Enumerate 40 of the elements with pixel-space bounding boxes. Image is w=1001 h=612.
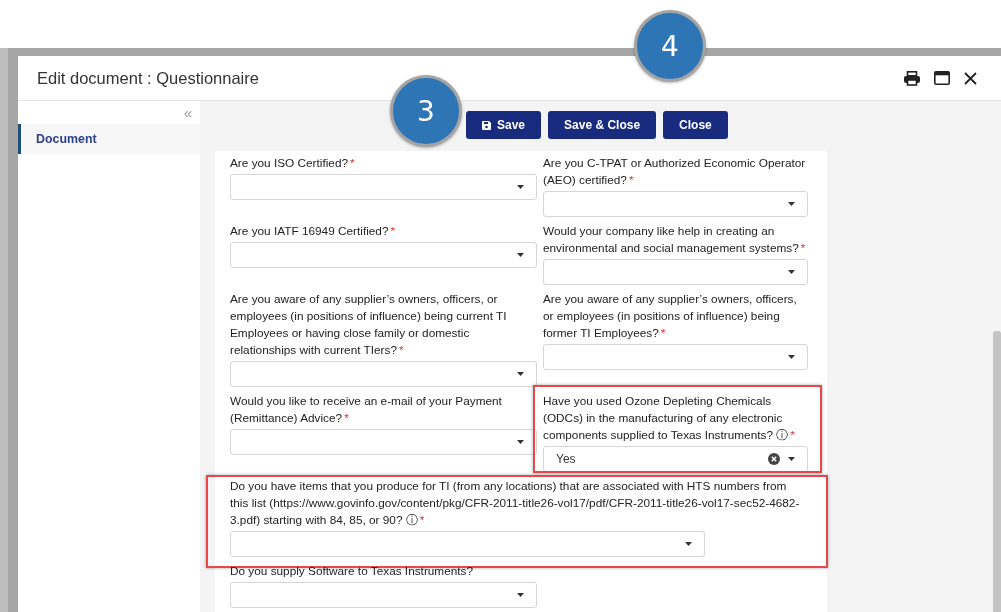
save-button[interactable]: Save [466,111,542,139]
dropdown-field[interactable] [543,344,808,370]
toolbar-button[interactable]: Save & Close [548,111,657,139]
close-icon[interactable] [964,71,977,85]
field-label: Are you aware of any supplier’s owners, officers, or employees (in positions of influence) being former TI Employees? * [543,291,798,342]
window-title: Edit document : Questionnaire [37,68,260,88]
caret-icon [517,593,524,597]
caret-icon [788,457,795,461]
dropdown-field[interactable] [230,429,537,455]
caret-icon [788,270,795,274]
maximize-icon[interactable] [934,71,950,85]
caret-icon [517,185,524,189]
field-label: Would you like to receive an e-mail of your Payment (Remittance) Advice? * [230,393,503,427]
print-icon[interactable] [904,70,920,86]
field-label: Have you used Ozone Depleting Chemicals (ODCs) in the manufacturing of any electronic components supplied to Texas Instruments? ⓘ * [543,393,796,444]
dropdown-field[interactable] [230,174,537,200]
dropdown-field[interactable] [230,582,537,608]
caret-icon [685,542,692,546]
dropdown-field[interactable] [543,191,808,217]
field-label: Are you aware of any supplier’s owners, officers, or employees (in positions of influence) being current TI Employees or having close family or domestic relationships with current TIers? * [230,291,508,359]
field-label: Would your company like help in creating an environmental and social management systems? * [543,223,807,257]
field-label: Do you have items that you produce for TI (from any locations) that are associated with HTS numbers from this list (https://www.govinfo.gov/content/pkg/CFR-2011-title26-vol17/pdf/CFR-2011-title26-vol17-sec52-4682-3.pdf) starting with 84, 85, or 90? ⓘ * [230,478,801,529]
dropdown-field[interactable] [543,259,808,285]
caret-icon [788,355,795,359]
caret-icon [517,253,524,257]
sidebar-item[interactable]: Document [18,124,200,154]
dropdown-field[interactable] [230,531,705,557]
field-label: Are you IATF 16949 Certified? * [230,223,397,240]
dropdown-field[interactable] [230,242,537,268]
caret-icon [517,440,524,444]
dropdown-field[interactable]: Yes [543,446,808,472]
field-label: Do you supply Software to Texas Instruments? [230,563,475,580]
field-label: Are you ISO Certified? * [230,155,356,172]
dropdown-field[interactable] [230,361,537,387]
scrollbar[interactable] [993,331,1001,612]
field-label: Are you C-TPAT or Authorized Economic Operator (AEO) certified? * [543,155,807,189]
clear-icon[interactable] [768,453,780,465]
caret-icon [788,202,795,206]
caret-icon [517,372,524,376]
toolbar-button[interactable]: Close [663,111,728,139]
